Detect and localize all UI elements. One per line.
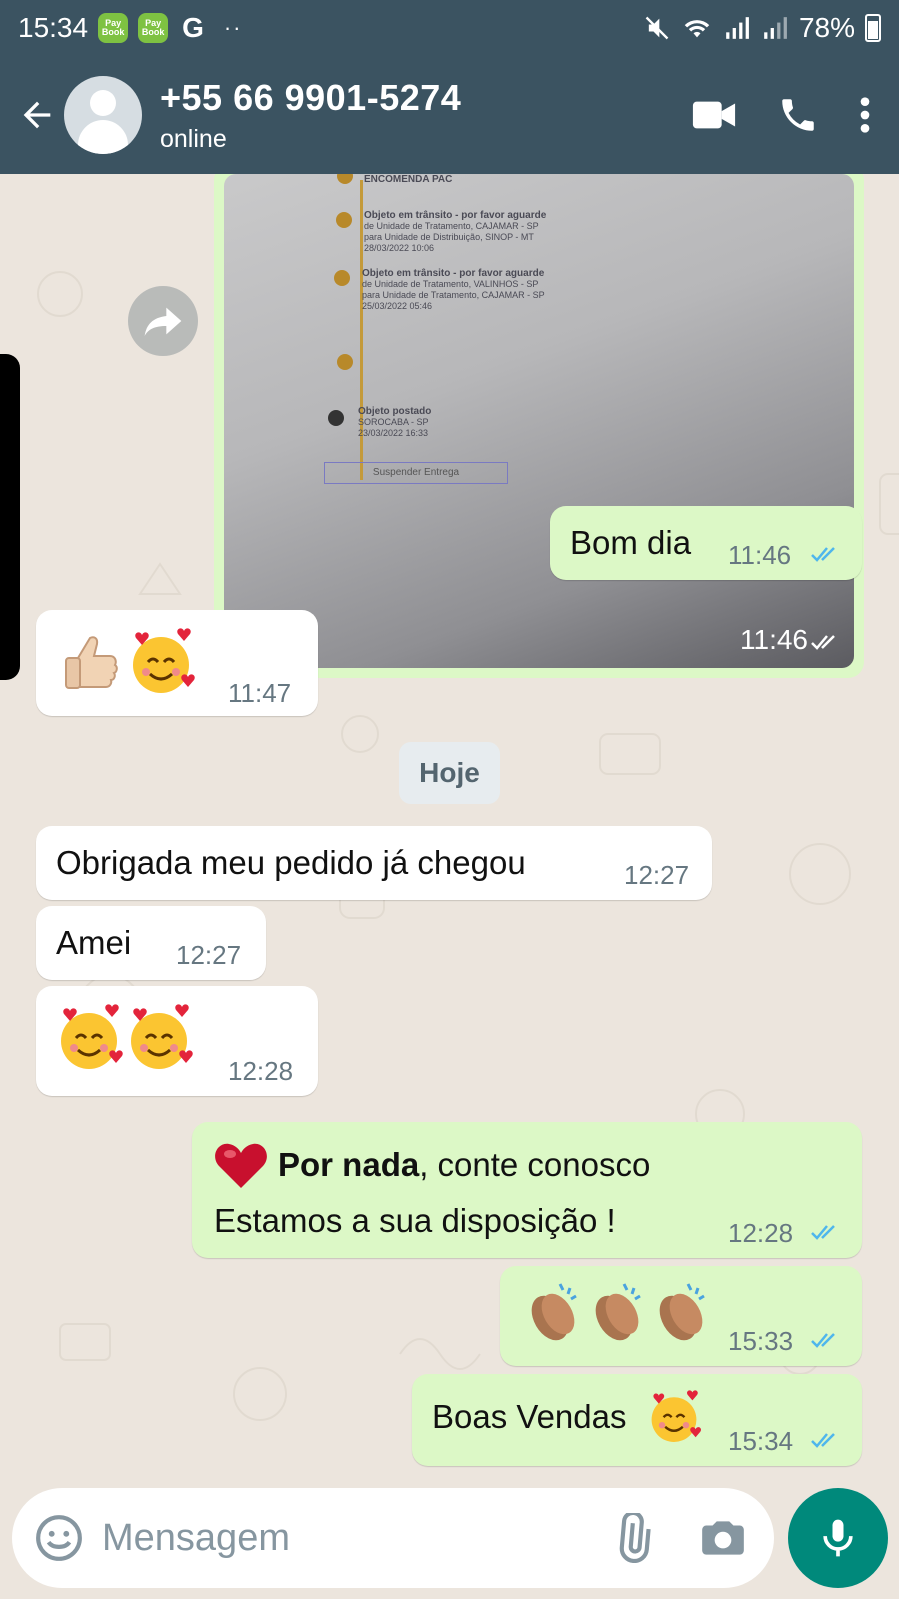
clapping-hands-emoji-icon xyxy=(648,1280,714,1354)
smiling-hearts-emoji-icon xyxy=(54,1004,124,1082)
phone-icon[interactable] xyxy=(777,94,819,136)
message-time: 11:46 xyxy=(728,540,792,570)
camera-icon[interactable] xyxy=(698,1513,748,1563)
edge-panel-handle[interactable] xyxy=(0,354,20,680)
avatar[interactable] xyxy=(64,76,142,154)
outgoing-message[interactable]: Por nada, conte conosco Estamos a sua di… xyxy=(192,1122,862,1258)
message-text: Amei xyxy=(56,924,132,961)
back-arrow-icon xyxy=(23,101,51,129)
incoming-message[interactable]: 11:47 xyxy=(36,610,318,716)
read-ticks-icon xyxy=(811,1433,835,1448)
contact-name: +55 66 9901-5274 xyxy=(160,76,462,118)
incoming-message[interactable]: Amei 12:27 xyxy=(36,906,266,980)
message-composer[interactable]: Mensagem xyxy=(12,1488,774,1588)
incoming-message[interactable]: Obrigada meu pedido já chegou 12:27 xyxy=(36,826,712,900)
read-ticks-icon xyxy=(811,547,835,562)
message-bold-text: Por nada xyxy=(278,1146,420,1183)
clapping-hands-emoji-icon xyxy=(584,1280,650,1354)
message-time: 12:28 xyxy=(728,1218,794,1248)
battery-icon xyxy=(865,14,881,42)
signal-icon-2 xyxy=(764,17,787,39)
message-text: Obrigada meu pedido já chegou xyxy=(56,844,526,881)
message-text: , conte conosco xyxy=(419,1146,651,1183)
battery-percent: 78% xyxy=(798,12,855,43)
voice-message-button[interactable] xyxy=(788,1488,888,1588)
status-time: 15:34 xyxy=(18,12,89,43)
message-text-line2: Estamos a sua disposição ! xyxy=(214,1202,616,1239)
thumbs-up-emoji-icon xyxy=(58,630,122,702)
read-ticks-icon xyxy=(811,635,835,650)
message-time: 15:34 xyxy=(728,1426,794,1456)
video-call-icon[interactable] xyxy=(691,97,737,133)
more-notifications-icon: ·· xyxy=(223,15,243,40)
google-notification-icon: G xyxy=(182,12,204,43)
message-time: 15:33 xyxy=(728,1326,794,1356)
outgoing-message[interactable]: Bom dia 11:46 xyxy=(550,506,862,580)
message-time: 11:46 xyxy=(740,624,808,655)
message-time: 12:27 xyxy=(176,940,242,970)
attach-icon[interactable] xyxy=(608,1513,658,1563)
wifi-icon xyxy=(684,20,710,38)
red-heart-emoji-icon xyxy=(214,1142,268,1198)
forward-button[interactable] xyxy=(128,286,198,356)
paybook-notification-icon: Pay Book xyxy=(98,13,129,43)
chat-header: +55 66 9901-5274 online xyxy=(0,56,899,174)
forward-icon xyxy=(144,307,182,336)
message-text: Boas Vendas xyxy=(432,1398,627,1435)
message-time: 12:28 xyxy=(228,1056,294,1086)
message-time: 12:27 xyxy=(624,860,690,890)
day-divider: Hoje xyxy=(399,742,500,804)
mic-icon xyxy=(823,1519,853,1557)
chat-area[interactable]: ENCOMENDA PAC Objeto em trânsito - por f… xyxy=(0,174,899,1474)
mute-icon xyxy=(645,16,669,40)
contact-status: online xyxy=(160,124,227,153)
message-text: Bom dia xyxy=(570,524,692,561)
clapping-hands-emoji-icon xyxy=(520,1280,586,1354)
incoming-message[interactable]: 12:28 xyxy=(36,986,318,1096)
photo-message[interactable]: ENCOMENDA PAC Objeto em trânsito - por f… xyxy=(214,174,864,678)
more-vert-icon[interactable] xyxy=(859,95,871,135)
back-button[interactable] xyxy=(8,86,66,144)
outgoing-message[interactable]: Boas Vendas 15:34 xyxy=(412,1374,862,1466)
read-ticks-icon xyxy=(811,1333,835,1348)
message-input[interactable]: Mensagem xyxy=(102,1517,290,1560)
message-time: 11:47 xyxy=(228,678,292,708)
contact-info[interactable]: +55 66 9901-5274 online xyxy=(160,77,461,154)
read-ticks-icon xyxy=(811,1225,835,1240)
outgoing-message[interactable]: 15:33 xyxy=(500,1266,862,1366)
smiling-hearts-emoji-icon xyxy=(646,1390,702,1454)
signal-icon xyxy=(726,17,749,39)
paybook-notification-icon-2: Pay Book xyxy=(138,13,169,43)
smiling-hearts-emoji-icon xyxy=(126,628,196,706)
status-bar: 15:34 Pay Book Pay Book G ·· 78% xyxy=(0,0,899,56)
smiling-hearts-emoji-icon xyxy=(124,1004,194,1082)
tracking-photo[interactable]: ENCOMENDA PAC Objeto em trânsito - por f… xyxy=(224,174,854,668)
emoji-icon[interactable] xyxy=(34,1513,84,1563)
